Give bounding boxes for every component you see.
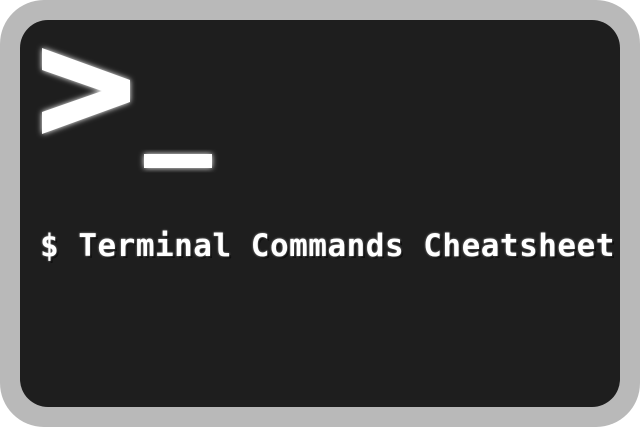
terminal-prompt-icon [42, 48, 212, 168]
page-title: $ Terminal Commands Cheatsheet [40, 228, 615, 264]
cursor-underscore [144, 154, 212, 168]
chevron-right-icon [42, 48, 130, 134]
terminal-frame: $ Terminal Commands Cheatsheet [0, 0, 640, 427]
terminal-screen: $ Terminal Commands Cheatsheet [20, 20, 620, 407]
